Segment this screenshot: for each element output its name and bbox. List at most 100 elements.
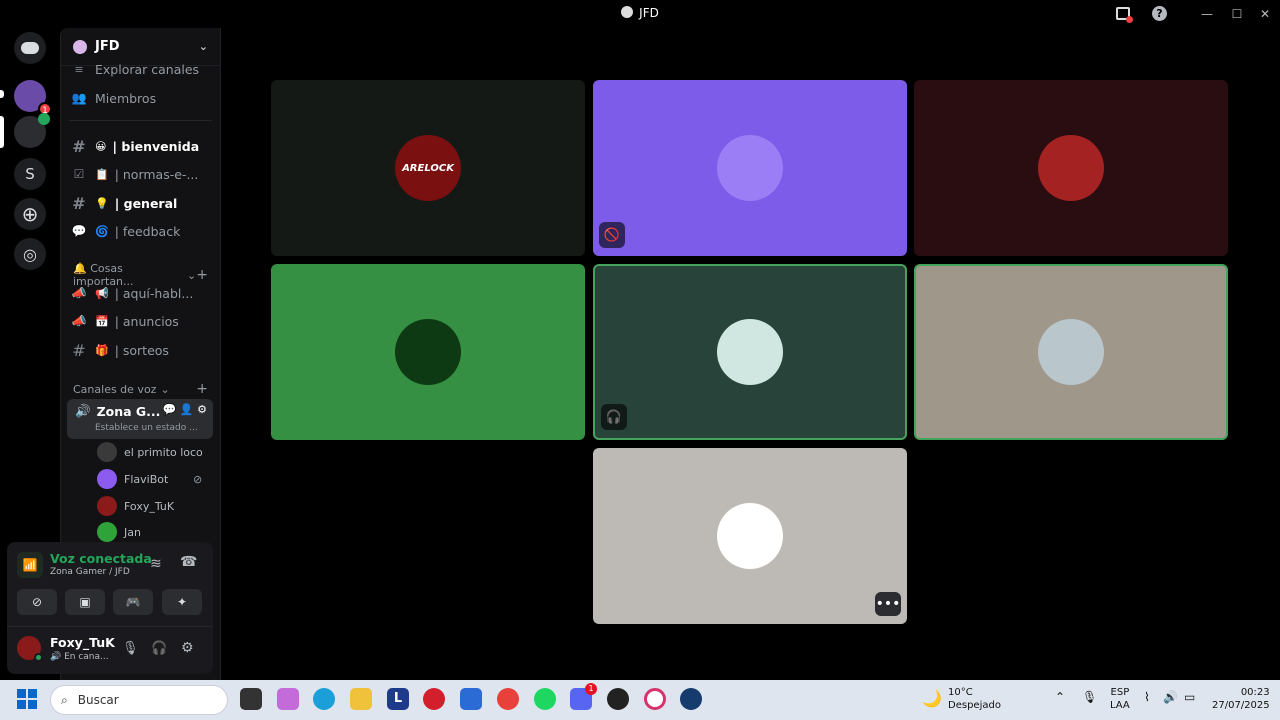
close-button[interactable]: ✕ [1257,6,1273,22]
server-icon-s[interactable]: S [14,158,46,190]
server-icon-1[interactable]: 1 [14,80,52,116]
battery-icon[interactable]: ▭ [1184,690,1195,704]
invite-icon[interactable]: 👤 [180,403,194,416]
voice-status-text[interactable]: Voz conectada [50,551,152,566]
avatar [97,469,117,489]
user-panel: 📶 Voz conectada Zona Gamer / JFD ≋ ☎ ⊘ ▣… [7,542,213,674]
discord-taskbar-icon[interactable]: 1 [570,683,597,710]
user-settings-icon[interactable]: ⚙ [181,640,194,656]
avatar [1038,319,1104,385]
voice-tile[interactable]: 🎧 [593,264,907,440]
noise-suppression-icon[interactable]: ≋ [150,556,162,572]
username[interactable]: Foxy_TuK [50,635,115,650]
title-bar: JFD ? — ☐ ✕ [0,0,1280,28]
share-screen-button[interactable]: ▣ [65,589,105,615]
add-channel-icon[interactable]: + [196,381,208,397]
wifi-icon[interactable]: ⌇ [1144,690,1150,704]
clock[interactable]: 00:23 27/07/2025 [1212,686,1270,712]
volume-icon[interactable]: 🔊 [1163,690,1178,704]
maximize-button[interactable]: ☐ [1229,6,1245,22]
app-dark-icon[interactable] [607,688,629,710]
signal-icon[interactable]: 📶 [17,552,43,578]
server-icon [73,39,87,54]
speaker-icon: 🔊 [75,403,91,418]
chrome-icon[interactable] [497,688,519,710]
notification-badge: 1 [585,683,597,695]
windows-start-icon[interactable] [17,689,37,709]
headphones-icon: 🎧 [601,404,627,430]
camera-button[interactable]: ⊘ [17,589,57,615]
server-icon-jfd[interactable] [14,113,50,148]
voice-member[interactable]: Foxy_TuK [97,495,174,517]
language-indicator[interactable]: ESP LAA [1110,686,1130,712]
minimize-button[interactable]: — [1199,6,1215,22]
app-red-icon[interactable] [423,688,445,710]
discord-home-button[interactable] [14,32,46,64]
taskbar-search[interactable]: ⌕ Buscar [50,685,228,715]
chevron-up-icon[interactable]: ⌃ [1055,690,1065,704]
copilot-icon[interactable] [277,688,299,710]
voice-member[interactable]: Jan [97,521,141,543]
selected-pill [0,116,4,148]
channel-anuncios[interactable]: 📣 📅 | anuncios [69,309,212,333]
help-icon[interactable]: ? [1152,6,1167,21]
channel-bienvenida[interactable]: # 😀 | bienvenida [69,134,212,158]
gamepad-icon: 🎮 [125,595,141,609]
microphone-icon[interactable]: 🎙 [122,641,139,656]
channel-sorteos[interactable]: # 🎁 | sorteos [69,338,212,362]
opera-icon[interactable] [644,688,666,710]
activities-button[interactable]: 🎮 [113,589,153,615]
store-icon[interactable] [460,688,482,710]
voice-tile[interactable]: ••• [593,448,907,624]
search-icon: ⌕ [61,692,68,707]
voice-tile[interactable]: ARELOCK [271,80,585,256]
more-options-button[interactable]: ••• [875,592,901,616]
edge-icon[interactable] [313,688,335,710]
explore-channels[interactable]: ≡ Explorar canales [69,60,212,78]
avatar[interactable] [17,636,43,662]
add-server-button[interactable]: ⊕ [14,198,46,230]
soundboard-button[interactable]: ✦ [162,589,202,615]
voice-status[interactable]: Establece un estado ... [95,423,198,433]
explore-servers-button[interactable]: ◎ [14,238,46,270]
voice-location[interactable]: Zona Gamer / JFD [50,567,130,577]
voice-member[interactable]: el primito loco [97,441,203,463]
chat-icon[interactable]: 💬 [163,403,177,416]
voice-channel-zona-gamer[interactable]: 🔊 Zona G... 💬 👤 ⚙ Establece un estado ... [67,399,213,439]
disconnect-icon[interactable]: ☎ [180,554,197,570]
category-canales-de-voz[interactable]: Canales de voz ⌄ + [73,381,208,397]
file-explorer-icon[interactable] [350,688,372,710]
microphone-icon[interactable]: 🎙 [1082,690,1097,704]
spotify-icon[interactable] [534,688,556,710]
unread-pill [0,90,4,98]
announcement-icon: 📣 [71,314,87,328]
steam-icon[interactable] [680,688,702,710]
voice-stage: ARELOCK 🚫 🎧 ••• [221,28,1280,680]
app-l-icon[interactable]: L [387,688,409,710]
windows-taskbar: ⌕ Buscar L 1 🌙 10°C Despejado ⌃ 🎙 ESP LAA ⌇… [0,680,1280,720]
avatar [97,496,117,516]
voice-tile[interactable] [914,264,1228,440]
server-icon [621,6,634,18]
voice-tile[interactable] [914,80,1228,256]
voice-tile[interactable] [271,264,585,440]
task-view-icon[interactable] [240,688,262,710]
weather-widget[interactable]: 10°C Despejado [948,686,1001,712]
channel-aqui-hablo[interactable]: 📣 📢 | aquí-habl... [69,281,212,305]
voice-tile[interactable]: 🚫 [593,80,907,256]
rules-icon: ☑ [73,167,85,181]
inbox-icon[interactable] [1116,7,1133,23]
headphones-icon[interactable]: 🎧 [151,641,167,656]
avatar: ARELOCK [395,135,461,201]
channel-normas[interactable]: ☑ 📋 | normas-e-... [69,162,212,186]
channel-feedback[interactable]: 💬 🌀 | feedback [69,219,212,243]
members-link[interactable]: 👥 Miembros [69,86,212,110]
window-title: JFD [0,6,1280,20]
avatar [717,319,783,385]
voice-member[interactable]: FlaviBot ⊘ [97,468,202,490]
avatar-label: ARELOCK [402,162,454,174]
user-status[interactable]: 🔊 En cana... [50,652,109,662]
channel-general[interactable]: # 💡 | general [69,191,212,215]
avatar [97,522,117,542]
gear-icon[interactable]: ⚙ [197,403,207,416]
